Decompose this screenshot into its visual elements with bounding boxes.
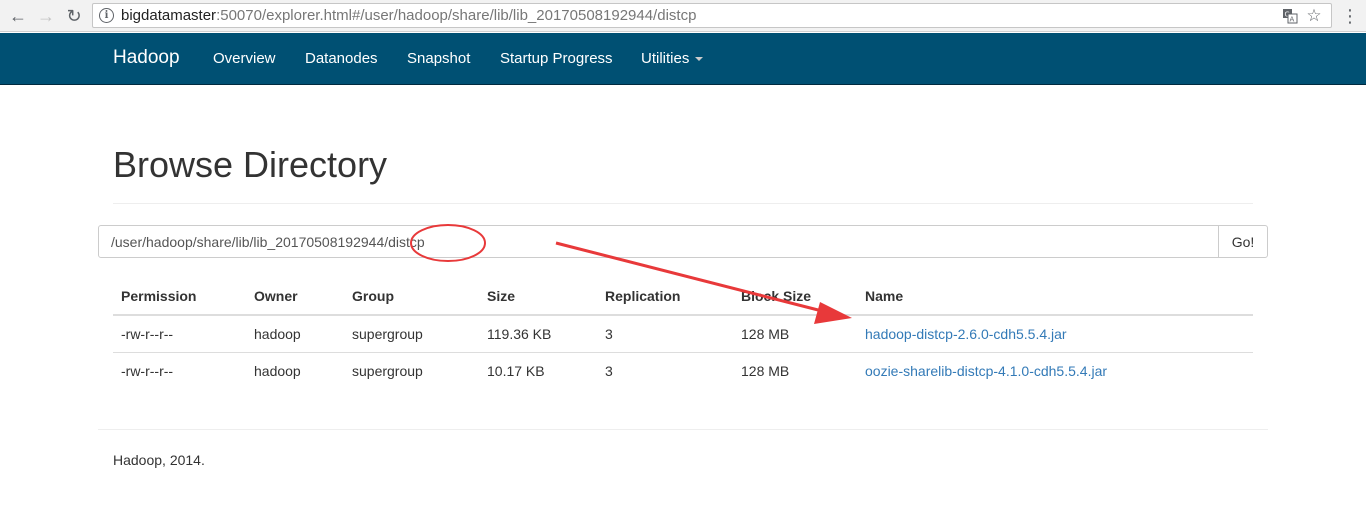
nav-startup-progress[interactable]: Startup Progress <box>500 50 613 67</box>
column-header-owner[interactable]: Owner <box>246 278 344 316</box>
cell-block-size: 128 MB <box>733 315 857 353</box>
browser-toolbar: ← → ↻ i bigdatamaster:50070/explorer.htm… <box>0 0 1366 32</box>
file-link[interactable]: hadoop-distcp-2.6.0-cdh5.5.4.jar <box>865 326 1067 342</box>
cell-owner: hadoop <box>254 362 301 379</box>
cell-block-size: 128 MB <box>741 362 790 379</box>
url-text[interactable]: bigdatamaster:50070/explorer.html#/user/… <box>121 7 696 24</box>
caret-down-icon <box>695 57 704 62</box>
directory-listing-table: Permission Owner Group Size Replication … <box>113 278 1253 389</box>
footer-text: Hadoop, 2014. <box>113 452 205 468</box>
table-row: -rw-r--r-- hadoop supergroup 10.17 KB 3 … <box>113 352 1253 389</box>
cell-size: 10.17 KB <box>487 362 545 379</box>
nav-overview[interactable]: Overview <box>213 50 276 67</box>
cell-size: 119.36 KB <box>479 315 597 353</box>
cell-replication: 3 <box>597 315 733 353</box>
table-row: -rw-r--r-- hadoop supergroup 119.36 KB 3… <box>113 315 1253 353</box>
forward-icon[interactable]: → <box>34 4 58 28</box>
cell-replication: 3 <box>605 362 613 379</box>
cell-permission: -rw-r--r-- <box>113 315 246 353</box>
file-link[interactable]: oozie-sharelib-distcp-4.1.0-cdh5.5.4.jar <box>865 363 1107 379</box>
directory-path-input[interactable] <box>98 225 1219 258</box>
info-icon[interactable]: i <box>99 8 114 23</box>
column-header-permission[interactable]: Permission <box>113 278 246 316</box>
star-icon[interactable]: ☆ <box>1305 6 1323 25</box>
nav-utilities-label: Utilities <box>641 50 690 67</box>
svg-text:A: A <box>1290 16 1295 24</box>
nav-datanodes[interactable]: Datanodes <box>305 50 378 67</box>
cell-group: supergroup <box>344 315 479 353</box>
top-navbar: Hadoop Overview Datanodes Snapshot Start… <box>0 33 1366 85</box>
nav-utilities-dropdown[interactable]: Utilities <box>641 50 704 67</box>
translate-icon[interactable]: GA <box>1281 7 1299 25</box>
nav-snapshot[interactable]: Snapshot <box>407 50 470 67</box>
url-host: bigdatamaster <box>121 7 217 24</box>
title-divider <box>113 203 1253 204</box>
footer-divider <box>98 429 1268 430</box>
column-header-block-size[interactable]: Block Size <box>733 278 857 316</box>
column-header-size[interactable]: Size <box>479 278 597 316</box>
column-header-name[interactable]: Name <box>857 278 1253 316</box>
kebab-menu-icon[interactable]: ⋮ <box>1341 4 1359 28</box>
page-title: Browse Directory <box>113 144 388 185</box>
column-header-replication[interactable]: Replication <box>597 278 733 316</box>
column-header-group[interactable]: Group <box>344 278 479 316</box>
cell-name: oozie-sharelib-distcp-4.1.0-cdh5.5.4.jar <box>857 352 1253 389</box>
address-bar[interactable]: i bigdatamaster:50070/explorer.html#/use… <box>92 3 1332 28</box>
cell-name: hadoop-distcp-2.6.0-cdh5.5.4.jar <box>857 315 1253 353</box>
table-header-row: Permission Owner Group Size Replication … <box>113 278 1253 316</box>
cell-owner: hadoop <box>246 315 344 353</box>
cell-permission: -rw-r--r-- <box>121 362 174 379</box>
url-path: :50070/explorer.html#/user/hadoop/share/… <box>216 7 697 24</box>
cell-group: supergroup <box>352 362 423 379</box>
back-icon[interactable]: ← <box>6 4 30 28</box>
go-button[interactable]: Go! <box>1218 225 1268 258</box>
reload-icon[interactable]: ↻ <box>62 4 86 28</box>
brand-logo[interactable]: Hadoop <box>113 47 180 69</box>
